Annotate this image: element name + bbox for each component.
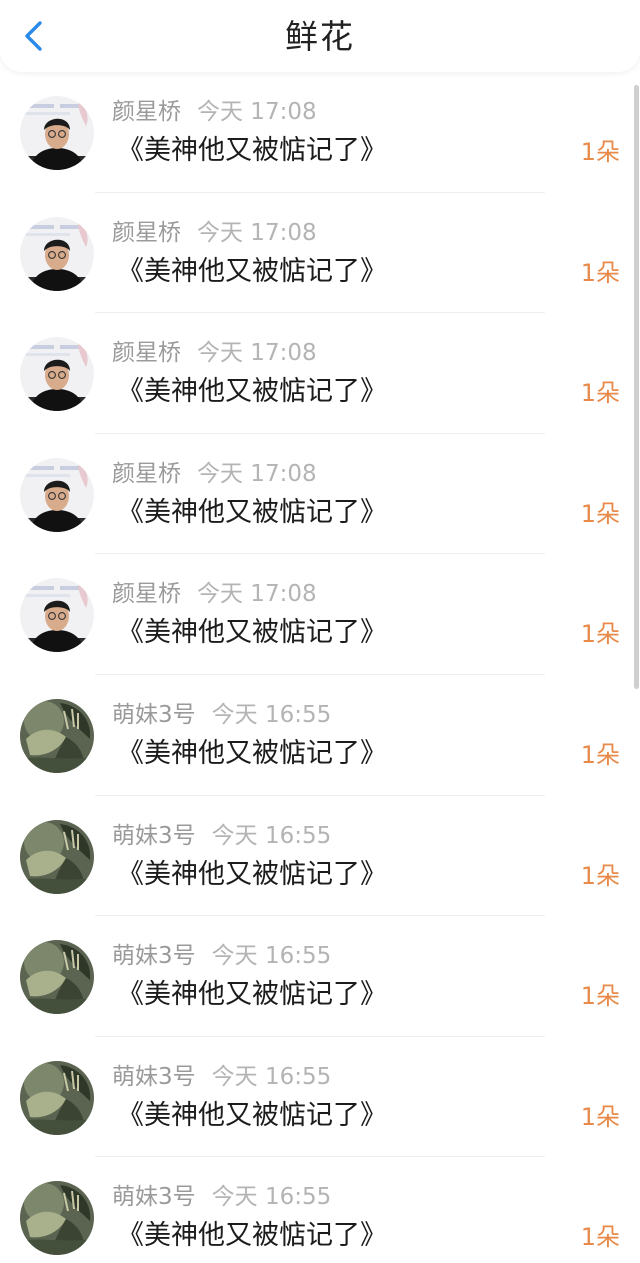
sent-time: 今天 16:55 [211,943,332,970]
book-title: 《美神他又被惦记了》 [117,858,387,890]
book-title: 《美神他又被惦记了》 [117,135,387,166]
flower-count: 1朵 [580,258,620,287]
sender-name: 颜星桥 今天 17:08 [112,219,317,246]
sender-name: 颜星桥 今天 17:08 [112,340,317,367]
sender-name: 颜星桥 今天 17:08 [112,581,317,608]
sent-time: 今天 17:08 [197,99,317,125]
sender-name: 颜星桥 今天 17:08 [112,99,317,125]
flowers-page: 鲜花 颜星桥 今天 17:08 《美神他又被惦记了》 1朵 颜星桥 今天 17:… [0,0,640,1263]
sender-name: 萌妹3号 今天 16:55 [112,701,332,728]
user-avatar[interactable] [20,96,94,170]
book-title: 《美神他又被惦记了》 [117,376,387,408]
sender-name: 萌妹3号 今天 16:55 [112,943,332,970]
user-avatar[interactable] [20,216,94,291]
sent-time: 今天 16:55 [211,701,332,728]
sent-time: 今天 16:55 [211,1184,332,1211]
book-title: 《美神他又被惦记了》 [117,1099,387,1131]
user-avatar[interactable] [20,578,94,653]
list-item[interactable]: 颜星桥 今天 17:08 《美神他又被惦记了》 1朵 [0,434,640,555]
user-avatar[interactable] [20,1060,94,1135]
book-title: 《美神他又被惦记了》 [117,737,387,769]
sent-time: 今天 17:08 [197,219,317,246]
flower-count: 1朵 [580,379,620,408]
sender-name: 萌妹3号 今天 16:55 [112,822,332,849]
sent-time: 今天 17:08 [197,340,317,367]
user-avatar[interactable] [20,1181,94,1256]
user-avatar[interactable] [20,698,94,773]
sent-time: 今天 17:08 [197,460,317,487]
flower-list: 颜星桥 今天 17:08 《美神他又被惦记了》 1朵 颜星桥 今天 17:08 … [0,72,640,1263]
flower-count: 1朵 [580,1223,620,1252]
list-item[interactable]: 萌妹3号 今天 16:55 《美神他又被惦记了》 1朵 [0,1157,640,1263]
flower-count: 1朵 [580,1102,620,1131]
flower-count: 1朵 [580,138,620,166]
flower-count: 1朵 [580,861,620,890]
flower-count: 1朵 [580,740,620,769]
list-item[interactable]: 颜星桥 今天 17:08 《美神他又被惦记了》 1朵 [0,313,640,434]
scrollbar[interactable] [634,85,639,689]
sent-time: 今天 16:55 [211,822,332,849]
user-avatar[interactable] [20,337,94,412]
book-title: 《美神他又被惦记了》 [117,617,387,649]
flower-count: 1朵 [580,982,620,1011]
sender-name: 萌妹3号 今天 16:55 [112,1184,332,1211]
book-title: 《美神他又被惦记了》 [117,255,387,287]
user-avatar[interactable] [20,457,94,532]
page-title: 鲜花 [285,17,355,56]
list-item[interactable]: 萌妹3号 今天 16:55 《美神他又被惦记了》 1朵 [0,675,640,796]
book-title: 《美神他又被惦记了》 [117,496,387,528]
list-item[interactable]: 颜星桥 今天 17:08 《美神他又被惦记了》 1朵 [0,72,640,193]
flower-count: 1朵 [580,499,620,528]
sender-name: 颜星桥 今天 17:08 [112,460,317,487]
list-item[interactable]: 萌妹3号 今天 16:55 《美神他又被惦记了》 1朵 [0,916,640,1037]
list-item[interactable]: 萌妹3号 今天 16:55 《美神他又被惦记了》 1朵 [0,1037,640,1158]
list-item[interactable]: 颜星桥 今天 17:08 《美神他又被惦记了》 1朵 [0,554,640,675]
user-avatar[interactable] [20,819,94,894]
book-title: 《美神他又被惦记了》 [117,1220,387,1252]
user-avatar[interactable] [20,940,94,1015]
sent-time: 今天 17:08 [197,581,317,608]
book-title: 《美神他又被惦记了》 [117,979,387,1011]
list-item[interactable]: 萌妹3号 今天 16:55 《美神他又被惦记了》 1朵 [0,796,640,917]
top-bar: 鲜花 [0,0,640,72]
sender-name: 萌妹3号 今天 16:55 [112,1063,332,1090]
flower-count: 1朵 [580,620,620,649]
sent-time: 今天 16:55 [211,1063,332,1090]
list-item[interactable]: 颜星桥 今天 17:08 《美神他又被惦记了》 1朵 [0,193,640,314]
